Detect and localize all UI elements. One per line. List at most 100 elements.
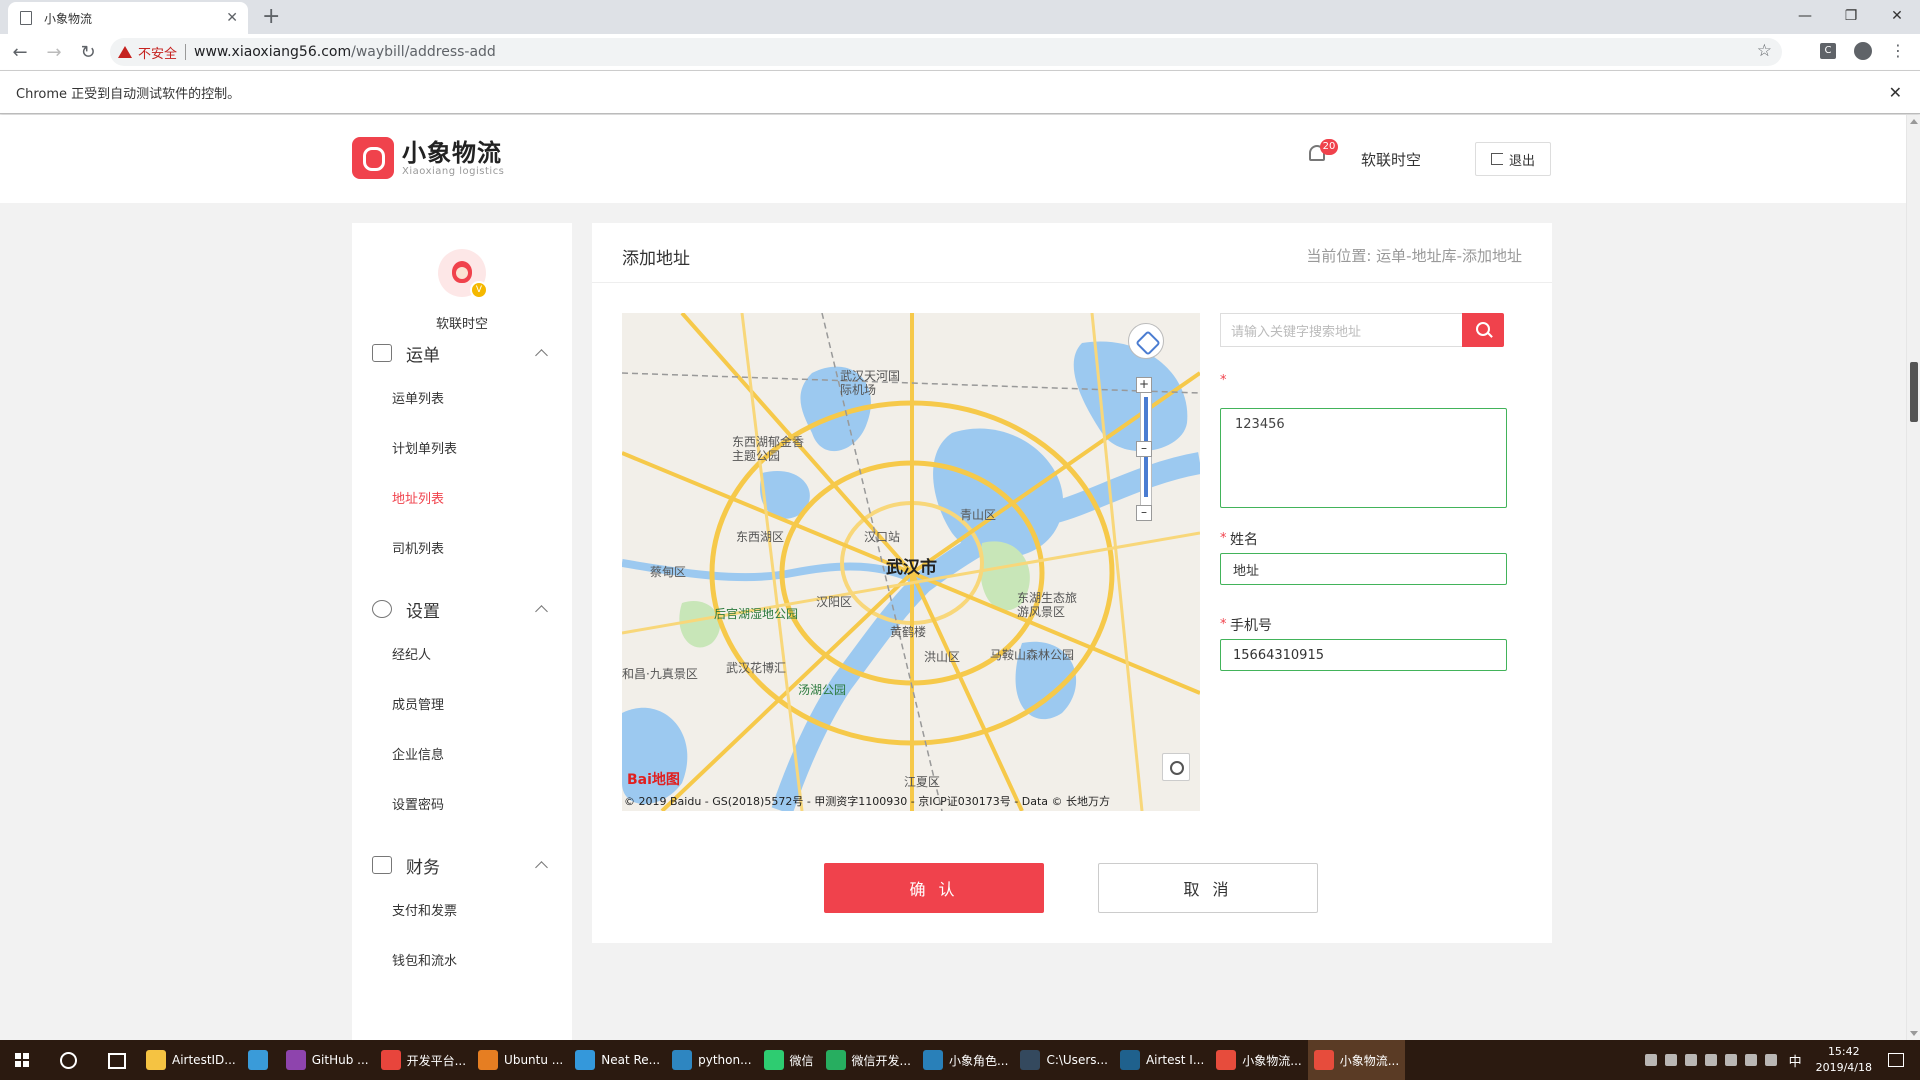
infobar-text: Chrome 正受到自动测试软件的控制。	[16, 86, 241, 102]
taskbar-app-label: 微信开发...	[851, 1053, 911, 1068]
group-label: 运单	[406, 345, 440, 366]
profile-icon[interactable]	[1854, 41, 1872, 60]
baidu-map-logo[interactable]: Bai地图	[627, 769, 680, 789]
sidebar-group-settings[interactable]: 设置	[352, 591, 572, 627]
sidebar-group-waybill[interactable]: 运单	[352, 335, 572, 371]
restore-icon[interactable]: ❐	[1828, 2, 1874, 30]
task-view-icon[interactable]	[92, 1040, 140, 1080]
chevron-up-icon[interactable]	[535, 605, 548, 618]
address-textarea[interactable]: 123456	[1220, 408, 1507, 508]
sidebar-item-plan-list[interactable]: 计划单列表	[392, 438, 457, 457]
zoom-handle[interactable]: –	[1136, 441, 1152, 457]
taskbar-app[interactable]: C:\Users...	[1014, 1040, 1114, 1080]
logout-button[interactable]: 退出	[1475, 142, 1551, 176]
taskbar-app[interactable]	[242, 1040, 280, 1080]
taskbar-app[interactable]: 小象角色...	[917, 1040, 1014, 1080]
close-icon[interactable]: ✕	[1889, 83, 1902, 102]
chevron-up-icon[interactable]	[535, 349, 548, 362]
truck-icon	[372, 344, 392, 362]
page-scrollbar[interactable]	[1906, 115, 1920, 1040]
phone-input[interactable]: 15664310915	[1220, 639, 1507, 671]
tray-icon[interactable]	[1664, 1054, 1677, 1066]
taskbar-app[interactable]: 微信开发...	[820, 1040, 917, 1080]
scroll-thumb[interactable]	[1910, 362, 1918, 422]
notification-bell-icon[interactable]: 20	[1306, 139, 1338, 165]
taskbar-app[interactable]: GitHub ...	[280, 1040, 375, 1080]
logout-label: 退出	[1508, 153, 1535, 169]
address-search-input[interactable]: 请输入关键字搜索地址	[1220, 313, 1464, 347]
sidebar-item-wallet[interactable]: 钱包和流水	[392, 950, 457, 969]
taskbar-app[interactable]: python...	[666, 1040, 757, 1080]
app-icon	[1216, 1050, 1237, 1070]
tray-icon[interactable]	[1704, 1054, 1717, 1066]
notification-center-icon[interactable]	[1888, 1053, 1904, 1067]
url-host: www.xiaoxiang56.com	[194, 44, 352, 60]
scroll-up-icon[interactable]	[1910, 119, 1918, 124]
taskbar-app[interactable]: 微信	[758, 1040, 820, 1080]
browser-toolbar: ← → ↻ 不安全 www.xiaoxiang56.com/waybill/ad…	[0, 34, 1920, 70]
browser-tab[interactable]: 小象物流 ✕	[8, 2, 248, 34]
tray-icon[interactable]	[1644, 1054, 1657, 1066]
sidebar-item-members[interactable]: 成员管理	[392, 694, 444, 713]
map-pan-icon[interactable]	[1128, 323, 1164, 359]
minimize-icon[interactable]: —	[1782, 2, 1828, 30]
search-icon[interactable]	[44, 1040, 92, 1080]
url-path: /waybill/address-add	[351, 44, 496, 60]
cancel-button[interactable]: 取 消	[1098, 863, 1318, 913]
taskbar-app[interactable]: Neat Re...	[569, 1040, 666, 1080]
extension-icon[interactable]: C	[1820, 42, 1836, 59]
page-title: 添加地址	[622, 249, 690, 269]
reload-icon[interactable]: ↻	[74, 42, 102, 63]
sidebar-item-broker[interactable]: 经纪人	[392, 644, 431, 663]
map-label-jiuzhen: 和昌·九真景区	[622, 667, 698, 681]
sidebar-group-finance[interactable]: 财务	[352, 847, 572, 883]
group-label: 财务	[406, 857, 440, 878]
confirm-button[interactable]: 确 认	[824, 863, 1044, 913]
taskbar-app[interactable]: Ubuntu ...	[472, 1040, 569, 1080]
taskbar-app[interactable]: 开发平台...	[375, 1040, 472, 1080]
locate-icon[interactable]	[1162, 753, 1190, 781]
app-icon	[763, 1050, 784, 1070]
ime-indicator[interactable]: 中	[1789, 1051, 1802, 1070]
tray-icon[interactable]	[1724, 1054, 1737, 1066]
header-user-name[interactable]: 软联时空	[1361, 149, 1421, 170]
windows-taskbar: AirtestID... GitHub ... 开发平台... Ubuntu ... N…	[0, 1040, 1920, 1080]
close-window-icon[interactable]: ✕	[1874, 2, 1920, 30]
search-icon[interactable]	[1462, 313, 1504, 347]
back-icon[interactable]: ←	[6, 42, 34, 63]
sidebar-item-company[interactable]: 企业信息	[392, 744, 444, 763]
sidebar-item-invoice[interactable]: 支付和发票	[392, 900, 457, 919]
volume-icon[interactable]	[1764, 1054, 1777, 1066]
chevron-up-icon[interactable]	[535, 861, 548, 874]
taskbar-app[interactable]: Airtest I...	[1114, 1040, 1210, 1080]
bookmark-star-icon[interactable]: ☆	[1757, 41, 1772, 61]
avatar[interactable]: V	[438, 249, 488, 299]
map-zoom-control[interactable]: + – –	[1128, 323, 1164, 521]
map-label-wetland: 后官湖湿地公园	[714, 607, 799, 621]
insecure-label[interactable]: 不安全	[138, 43, 177, 62]
new-tab-icon[interactable]: +	[262, 5, 280, 29]
taskbar-app[interactable]: AirtestID...	[140, 1040, 242, 1080]
baidu-map[interactable]: 武汉市 武汉天河国际机场 汉口站 东西湖郁金香主题公园 后官湖湿地公园 武汉花博…	[622, 313, 1200, 811]
menu-dots-icon[interactable]: ⋮	[1890, 41, 1906, 60]
scroll-down-icon[interactable]	[1910, 1031, 1918, 1036]
tray-icon[interactable]	[1684, 1054, 1697, 1066]
required-mark: *	[1220, 373, 1227, 388]
sidebar-item-driver-list[interactable]: 司机列表	[392, 538, 444, 557]
taskbar-app[interactable]: 小象物流...	[1307, 1040, 1406, 1080]
address-bar[interactable]: 不安全 www.xiaoxiang56.com/waybill/address-…	[110, 38, 1782, 66]
clock[interactable]: 15:42 2019/4/18	[1816, 1044, 1872, 1076]
name-input[interactable]: 地址	[1220, 553, 1507, 585]
phone-label: 手机号	[1230, 618, 1272, 634]
sidebar-item-address-list[interactable]: 地址列表	[392, 488, 444, 507]
sidebar-item-waybill-list[interactable]: 运单列表	[392, 388, 444, 407]
forward-icon[interactable]: →	[40, 42, 68, 63]
sidebar-item-password[interactable]: 设置密码	[392, 794, 444, 813]
close-tab-icon[interactable]: ✕	[226, 10, 238, 26]
taskbar-app[interactable]: 小象物流...	[1210, 1040, 1307, 1080]
zoom-out-icon[interactable]: –	[1136, 505, 1152, 521]
brand-logo[interactable]: 小象物流 Xiaoxiang logistics	[352, 137, 504, 179]
windows-start-icon[interactable]	[0, 1040, 44, 1080]
network-icon[interactable]	[1744, 1054, 1757, 1066]
zoom-in-icon[interactable]: +	[1136, 377, 1152, 393]
